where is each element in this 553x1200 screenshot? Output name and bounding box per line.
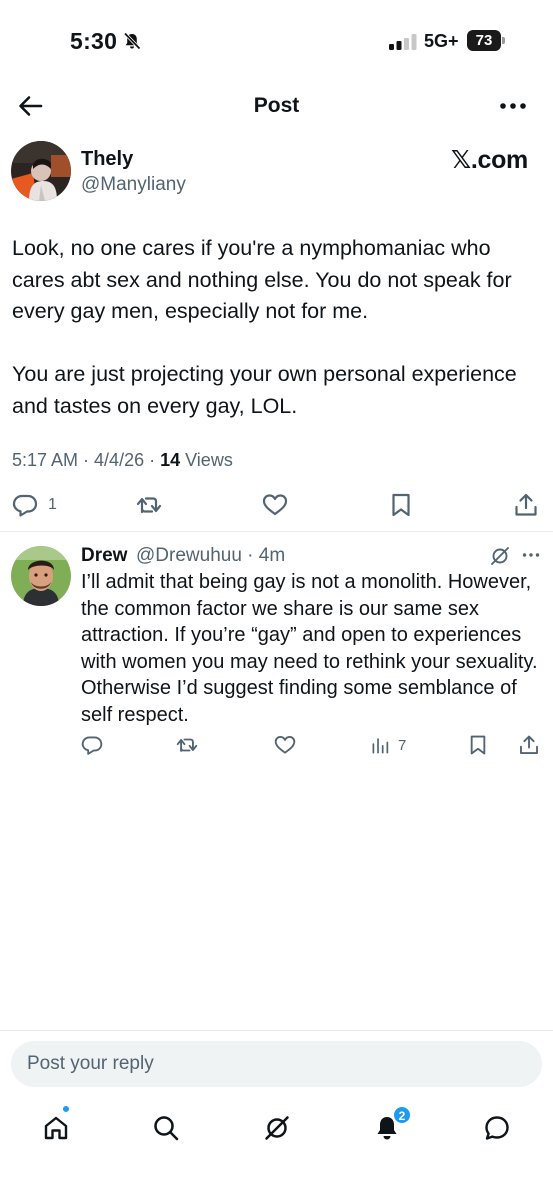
avatar[interactable] — [11, 141, 71, 201]
bookmark-button[interactable] — [388, 491, 414, 519]
divider — [0, 1030, 553, 1031]
reply-avatar[interactable] — [11, 546, 71, 606]
more-horizontal-icon[interactable] — [497, 94, 529, 118]
search-icon — [154, 1116, 179, 1141]
bookmark-button[interactable] — [467, 732, 489, 758]
meta-separator: · — [144, 450, 161, 470]
reply-input[interactable] — [11, 1041, 542, 1087]
more-horizontal-icon[interactable] — [521, 545, 541, 565]
post-text: Look, no one cares if you're a nymphoman… — [12, 233, 540, 422]
grok-icon — [265, 1116, 289, 1140]
bell-mute-icon — [123, 32, 141, 50]
like-button[interactable] — [262, 491, 288, 519]
post-time[interactable]: 5:17 AM — [12, 450, 78, 470]
top-app-bar: Post — [0, 82, 553, 130]
views-button[interactable]: 7 — [370, 732, 406, 758]
signal-bars-icon — [389, 34, 417, 50]
reply-button[interactable] — [81, 732, 103, 758]
like-icon — [274, 736, 296, 754]
share-button[interactable] — [513, 491, 539, 519]
repost-button[interactable] — [176, 732, 198, 758]
like-icon — [262, 494, 288, 516]
share-button[interactable] — [518, 732, 540, 758]
reply-button[interactable]: 1 — [12, 491, 57, 519]
reply-count: 1 — [48, 496, 57, 513]
nav-search[interactable] — [148, 1110, 184, 1146]
divider — [0, 531, 553, 532]
repost-icon — [136, 497, 162, 514]
views-icon — [372, 738, 389, 754]
status-bar: 5:30 5G+ 73 — [0, 0, 553, 80]
messages-icon — [485, 1116, 509, 1140]
author-handle[interactable]: @Manyliany — [81, 174, 186, 196]
author-name[interactable]: Thely — [81, 148, 133, 171]
nav-home[interactable] — [38, 1110, 74, 1146]
watermark: 𝕏.com — [451, 146, 528, 174]
home-icon — [44, 1116, 68, 1140]
share-icon — [515, 493, 537, 516]
post-date[interactable]: 4/4/26 — [94, 450, 144, 470]
like-button[interactable] — [274, 732, 296, 758]
meta-separator: · — [78, 450, 95, 470]
reply-icon — [12, 494, 38, 517]
views-count: 7 — [398, 736, 407, 754]
grok-icon[interactable] — [489, 545, 511, 567]
reply-handle-time[interactable]: @Drewuhuu · 4m — [136, 545, 285, 567]
post-paragraph: You are just projecting your own persona… — [12, 362, 517, 418]
status-time: 5:30 — [70, 28, 118, 54]
reply-icon — [81, 736, 103, 755]
home-unread-dot — [62, 1105, 70, 1113]
bookmark-icon — [392, 493, 410, 517]
bottom-navigation — [0, 1104, 553, 1152]
reply-author-name[interactable]: Drew — [81, 545, 127, 567]
post-metadata: 5:17 AM · 4/4/26 · 14 Views — [12, 450, 233, 471]
share-icon — [520, 735, 538, 754]
battery-tip — [502, 37, 505, 44]
reply-text: I’ll admit that being gay is not a monol… — [81, 571, 538, 726]
repost-icon — [176, 738, 198, 752]
nav-messages[interactable] — [479, 1110, 515, 1146]
reply-action-bar: 7 — [0, 732, 553, 760]
post-action-bar: 1 — [0, 487, 553, 523]
bookmark-icon — [470, 735, 486, 755]
nav-grok[interactable] — [259, 1110, 295, 1146]
views-count: 14 — [160, 450, 181, 470]
repost-button[interactable] — [136, 491, 162, 519]
post-paragraph: Look, no one cares if you're a nymphoman… — [12, 236, 512, 323]
battery-level: 73 — [467, 30, 501, 51]
views-label: Views — [180, 450, 233, 470]
notification-badge: 2 — [393, 1106, 411, 1124]
network-type: 5G+ — [424, 31, 459, 51]
page-title: Post — [253, 94, 300, 117]
battery-icon: 73 — [467, 30, 505, 51]
